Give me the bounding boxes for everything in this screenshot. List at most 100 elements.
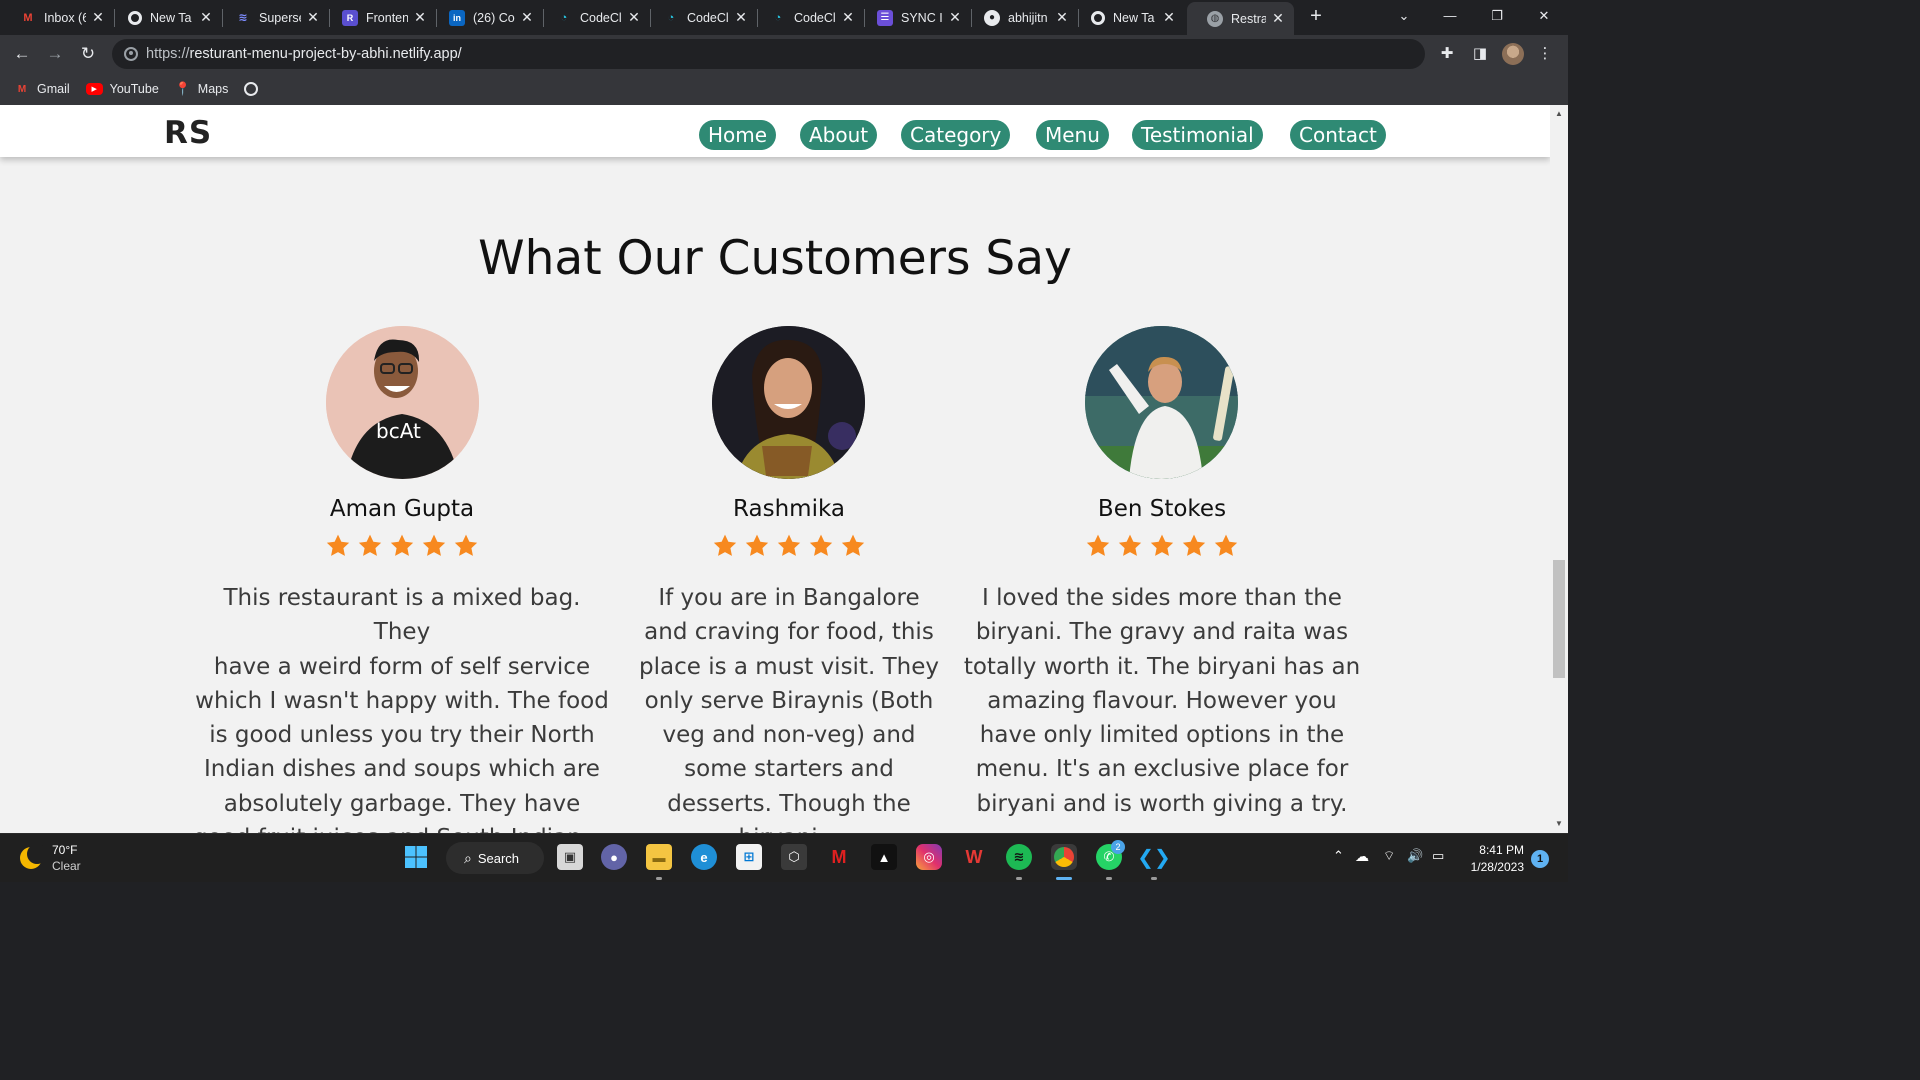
star-icon: [777, 534, 801, 556]
scroll-up-icon[interactable]: ▲: [1554, 109, 1564, 118]
chrome-taskbar-icon[interactable]: [1051, 844, 1077, 870]
minimize-button[interactable]: —: [1427, 0, 1473, 32]
search-icon: ⌕: [464, 849, 472, 866]
arc-app-icon[interactable]: ▲: [871, 844, 897, 870]
review-line: have only limited options in the: [979, 722, 1345, 749]
close-icon[interactable]: ✕: [1270, 10, 1286, 27]
nav-home[interactable]: Home: [699, 120, 777, 150]
section-title: What Our Customers Say: [478, 231, 1072, 286]
profile-avatar[interactable]: [1502, 43, 1524, 65]
screen: M Inbox (6 ✕ New Ta ✕ ≋ Superse ✕ R Fron…: [0, 0, 1568, 882]
teams-chat-icon[interactable]: ●: [601, 844, 627, 870]
weather-condition: Clear: [52, 859, 81, 873]
tab-restaurant-active[interactable]: ◍ Restrau ✕: [1187, 2, 1294, 35]
tab-linkedin[interactable]: in (26) Co ✕: [429, 2, 543, 33]
close-icon[interactable]: ✕: [90, 9, 106, 26]
edge-icon[interactable]: e: [691, 844, 717, 870]
tab-sync[interactable]: ☰ SYNC Ir ✕: [857, 2, 971, 33]
tab-codeclause-3[interactable]: ◔ CodeCl ✕: [750, 2, 864, 33]
tab-github[interactable]: ● abhijitn ✕: [964, 2, 1078, 33]
customer-photo: [1085, 326, 1238, 479]
forward-button[interactable]: →: [43, 42, 67, 66]
close-icon[interactable]: ✕: [1054, 9, 1070, 26]
back-button[interactable]: ←: [10, 42, 34, 66]
extensions-icon[interactable]: ✚: [1436, 43, 1458, 65]
close-icon[interactable]: ✕: [412, 9, 428, 26]
globe-icon: [244, 82, 259, 96]
close-icon[interactable]: ✕: [626, 9, 642, 26]
system-clock[interactable]: 8:41 PM 1/28/2023: [1458, 842, 1524, 876]
url-host: resturant-menu-project-by-abhi.netlify.a…: [189, 46, 462, 62]
file-explorer-icon[interactable]: ▬: [646, 844, 672, 870]
taskbar-search[interactable]: ⌕ Search: [446, 842, 544, 874]
instagram-icon[interactable]: ◎: [916, 844, 942, 870]
new-tab-button[interactable]: +: [1304, 4, 1328, 28]
customer-name: Ben Stokes: [1097, 496, 1227, 522]
review-line: totally worth it. The biryani has an: [963, 653, 1361, 680]
customer-photo: bcAt: [326, 326, 479, 479]
tab-search-chevron-icon[interactable]: ⌄: [1381, 0, 1427, 32]
task-view-icon[interactable]: ▣: [557, 844, 583, 870]
bookmark-maps[interactable]: 📍 Maps: [175, 81, 229, 97]
shield-app-icon[interactable]: ⬡: [781, 844, 807, 870]
close-icon[interactable]: ✕: [840, 9, 856, 26]
tab-strip: M Inbox (6 ✕ New Ta ✕ ≋ Superse ✕ R Fron…: [0, 0, 1568, 35]
scrollbar-thumb[interactable]: [1553, 560, 1565, 678]
star-icon: [1118, 534, 1142, 556]
bookmark-gmail[interactable]: M Gmail: [14, 81, 70, 97]
site-info-icon[interactable]: [124, 47, 138, 61]
tab-codeclause-2[interactable]: ◔ CodeCl ✕: [643, 2, 757, 33]
star-rating: [579, 533, 999, 559]
gmail-icon: M: [17, 83, 27, 95]
close-icon[interactable]: ✕: [198, 9, 214, 26]
volume-icon[interactable]: 🔊: [1407, 848, 1423, 864]
close-icon[interactable]: ✕: [733, 9, 749, 26]
site-logo[interactable]: RS: [164, 115, 212, 151]
windows-start-icon[interactable]: [403, 844, 429, 870]
weather-widget[interactable]: 70°F Clear: [20, 842, 81, 874]
url-text[interactable]: https://resturant-menu-project-by-abhi.n…: [146, 46, 462, 62]
microsoft-store-icon[interactable]: ⊞: [736, 844, 762, 870]
onedrive-cloud-icon[interactable]: ☁: [1355, 848, 1369, 865]
tab-superset[interactable]: ≋ Superse ✕: [215, 2, 329, 33]
tab-codeclause-1[interactable]: ◔ CodeCl ✕: [536, 2, 650, 33]
bookmark-globe[interactable]: [244, 82, 265, 96]
spotify-icon[interactable]: ≋: [1006, 844, 1032, 870]
moon-icon: [20, 844, 47, 869]
mcafee-icon[interactable]: M: [826, 844, 852, 870]
menu-kebab-icon[interactable]: ⋮: [1534, 43, 1556, 65]
close-icon[interactable]: ✕: [519, 9, 535, 26]
bookmark-youtube[interactable]: ▶ YouTube: [85, 82, 159, 96]
nav-contact[interactable]: Contact: [1290, 120, 1386, 150]
wifi-icon[interactable]: ⌔: [1383, 848, 1395, 864]
site-header: RS Home About Category Menu Testimonial …: [0, 105, 1550, 157]
review-line: place is a must visit. They: [639, 653, 939, 680]
close-icon[interactable]: ✕: [1161, 9, 1177, 26]
restore-button[interactable]: ❐: [1474, 0, 1520, 32]
side-panel-icon[interactable]: ◨: [1469, 43, 1491, 65]
notification-count-badge[interactable]: 1: [1531, 850, 1549, 868]
battery-icon[interactable]: ▭: [1432, 848, 1444, 864]
running-indicator: [1151, 877, 1157, 880]
page-scrollbar[interactable]: ▲ ▼: [1550, 105, 1568, 833]
vscode-icon[interactable]: ❮❯: [1137, 844, 1171, 870]
nav-menu[interactable]: Menu: [1036, 120, 1109, 150]
nav-about[interactable]: About: [800, 120, 878, 150]
wps-office-icon[interactable]: W: [961, 844, 987, 870]
close-icon[interactable]: ✕: [947, 9, 963, 26]
tab-new-tab-2[interactable]: New Ta ✕: [1071, 2, 1185, 33]
address-bar[interactable]: https://resturant-menu-project-by-abhi.n…: [112, 39, 1425, 69]
show-hidden-icons-chevron-icon[interactable]: ⌃: [1333, 848, 1344, 864]
scroll-down-icon[interactable]: ▼: [1554, 819, 1564, 828]
tab-gmail[interactable]: M Inbox (6 ✕: [0, 2, 114, 33]
nav-category[interactable]: Category: [901, 120, 1011, 150]
close-icon[interactable]: ✕: [305, 9, 321, 26]
nav-testimonial[interactable]: Testimonial: [1132, 120, 1263, 150]
close-window-button[interactable]: ✕: [1521, 0, 1567, 32]
tab-new-tab[interactable]: New Ta ✕: [108, 2, 222, 33]
review-line: This restaurant is a mixed bag. They: [223, 585, 581, 646]
reload-button[interactable]: ↻: [76, 42, 100, 66]
tab-frontend[interactable]: R Fronten ✕: [322, 2, 436, 33]
tab-title: New Ta: [150, 10, 192, 25]
customer-name: Rashmika: [733, 496, 845, 522]
